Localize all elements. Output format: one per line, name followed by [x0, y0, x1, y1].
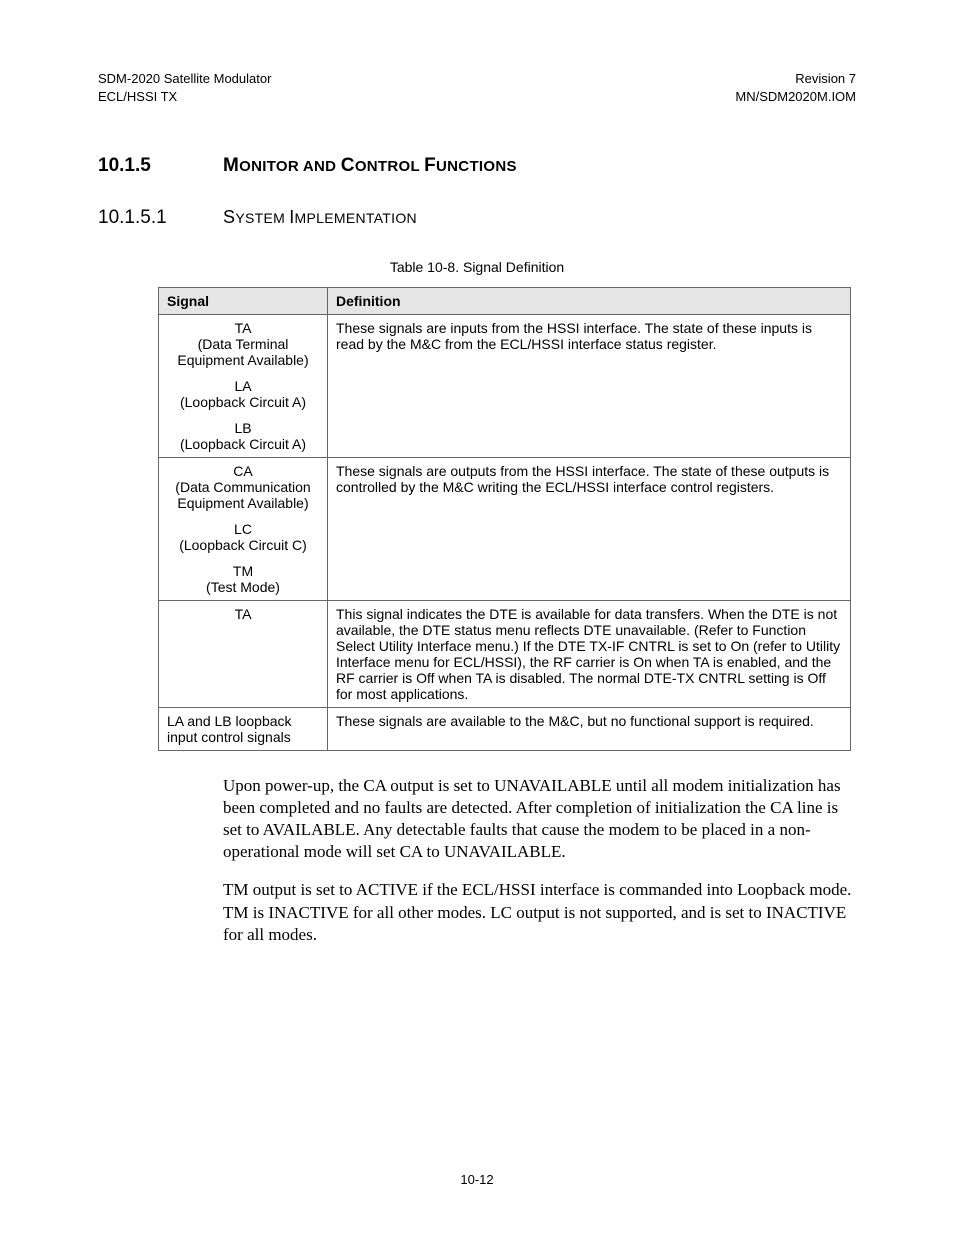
page-number: 10-12 [0, 1172, 954, 1187]
header-left-line2: ECL/HSSI TX [98, 88, 271, 106]
signal-block: LC(Loopback Circuit C) [167, 521, 319, 553]
signal-cell: CA(Data Communication Equipment Availabl… [159, 458, 328, 601]
header-right: Revision 7 MN/SDM2020M.IOM [735, 70, 856, 105]
definition-cell: These signals are inputs from the HSSI i… [328, 315, 851, 458]
table-caption: Table 10-8. Signal Definition [98, 259, 856, 275]
table-row: LA and LB loopback input control signals… [159, 708, 851, 751]
table-row: TA(Data Terminal Equipment Available) LA(… [159, 315, 851, 458]
definition-cell: These signals are available to the M&C, … [328, 708, 851, 751]
section-title-part: F [424, 155, 436, 176]
table-row: TA This signal indicates the DTE is avail… [159, 601, 851, 708]
header-left-line1: SDM-2020 Satellite Modulator [98, 70, 271, 88]
section-title-part: M [223, 155, 239, 176]
body-paragraph: Upon power-up, the CA output is set to U… [223, 775, 856, 863]
subsection-title: SYSTEM IMPLEMENTATION [223, 207, 417, 228]
table-header-row: Signal Definition [159, 288, 851, 315]
signal-definition-table: Signal Definition TA(Data Terminal Equip… [158, 287, 851, 751]
section-number: 10.1.5 [98, 155, 223, 177]
col-header-signal: Signal [159, 288, 328, 315]
signal-block: LA(Loopback Circuit A) [167, 378, 319, 410]
signal-cell: LA and LB loopback input control signals [159, 708, 328, 751]
table-row: CA(Data Communication Equipment Availabl… [159, 458, 851, 601]
subsection-title-part: S [223, 207, 235, 227]
signal-block: LB(Loopback Circuit A) [167, 420, 319, 452]
body-text: Upon power-up, the CA output is set to U… [223, 775, 856, 946]
signal-cell: TA [159, 601, 328, 708]
definition-cell: These signals are outputs from the HSSI … [328, 458, 851, 601]
signal-block: TA(Data Terminal Equipment Available) [167, 320, 319, 368]
section-title-part: UNCTIONS [436, 158, 517, 175]
section-heading: 10.1.5 MONITOR AND CONTROL FUNCTIONS [98, 155, 856, 177]
header-right-line2: MN/SDM2020M.IOM [735, 88, 856, 106]
body-paragraph: TM output is set to ACTIVE if the ECL/HS… [223, 879, 856, 945]
definition-cell: This signal indicates the DTE is availab… [328, 601, 851, 708]
section-title-part: ONITOR AND [239, 158, 341, 175]
subsection-number: 10.1.5.1 [98, 207, 223, 229]
subsection-title-part: MPLEMENTATION [295, 210, 417, 226]
header-right-line1: Revision 7 [735, 70, 856, 88]
subsection-heading: 10.1.5.1 SYSTEM IMPLEMENTATION [98, 207, 856, 229]
signal-cell: TA(Data Terminal Equipment Available) LA(… [159, 315, 328, 458]
section-title-part: C [341, 155, 355, 176]
header-left: SDM-2020 Satellite Modulator ECL/HSSI TX [98, 70, 271, 105]
col-header-definition: Definition [328, 288, 851, 315]
subsection-title-part: YSTEM [235, 210, 289, 226]
signal-block: TA [167, 606, 319, 622]
section-title-part: ONTROL [355, 158, 424, 175]
section-title: MONITOR AND CONTROL FUNCTIONS [223, 155, 517, 177]
page-header: SDM-2020 Satellite Modulator ECL/HSSI TX… [98, 70, 856, 105]
signal-block: CA(Data Communication Equipment Availabl… [167, 463, 319, 511]
signal-block: TM(Test Mode) [167, 563, 319, 595]
